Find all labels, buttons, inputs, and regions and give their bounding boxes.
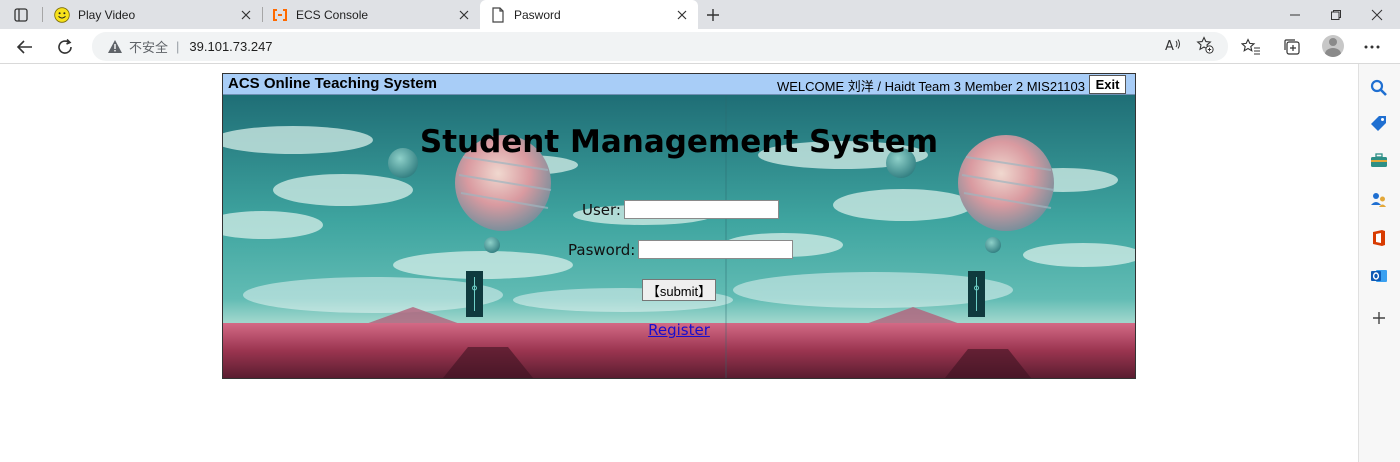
reload-icon[interactable] [52,34,78,60]
security-label[interactable]: 不安全 [129,37,168,56]
welcome-text: WELCOME 刘洋 / Haidt Team 3 Member 2 MIS21… [776,79,1085,94]
more-menu-icon[interactable] [1359,34,1385,60]
password-input[interactable] [638,240,794,259]
tab-title: Pasword [514,7,561,22]
back-arrow-icon[interactable] [12,34,38,60]
smiley-icon [54,6,70,23]
office-icon[interactable] [1369,228,1389,248]
collections-icon[interactable] [1279,34,1305,60]
outlook-icon[interactable] [1369,266,1389,286]
address-separator: | [176,39,180,54]
tab-title: ECS Console [296,7,369,22]
app-header-bar: ACS Online Teaching System WELCOME 刘洋 / … [223,74,1135,95]
avatar[interactable] [1322,35,1344,57]
minimize-icon[interactable] [1272,0,1318,29]
people-icon[interactable] [1369,190,1389,210]
window-close-icon[interactable] [1354,0,1400,29]
tab-actions-icon[interactable] [8,5,34,25]
system-name: ACS Online Teaching System [228,75,437,92]
exit-button[interactable]: Exit [1089,75,1126,94]
page-icon [490,6,506,23]
url-text[interactable]: 39.101.73.247 [189,39,272,54]
tag-icon[interactable] [1369,114,1389,134]
user-label: User: [582,200,621,219]
tab-title: Play Video [78,7,136,22]
submit-button[interactable]: 【submit】 [642,279,716,301]
web-page: ACS Online Teaching System WELCOME 刘洋 / … [0,64,1358,462]
favorite-add-icon[interactable] [1194,34,1216,56]
close-icon[interactable] [238,7,254,23]
tab-strip: Play Video ECS Console Pasword [0,0,1400,29]
user-input[interactable] [623,200,779,219]
restore-icon[interactable] [1313,0,1359,29]
close-icon[interactable] [674,7,690,23]
background-scene: Student Management System User: Pasword:… [223,95,1135,378]
favorites-icon[interactable] [1238,34,1264,60]
address-bar[interactable]: 不安全 | 39.101.73.247 [92,32,1228,61]
svg-text:A: A [1165,39,1174,53]
new-tab-icon[interactable] [702,4,724,26]
toolbox-icon[interactable] [1369,150,1389,170]
close-icon[interactable] [456,7,472,23]
tab-pasword[interactable]: Pasword [480,0,698,29]
browser-toolbar: 不安全 | 39.101.73.247 A [0,29,1400,64]
register-link: Register [223,321,1135,339]
tab-separator [42,7,43,22]
password-label: Pasword: [568,240,636,259]
user-row: User: [582,200,779,219]
register-link-text[interactable]: Register [648,321,710,339]
tab-play-video[interactable]: Play Video [44,0,262,29]
read-aloud-icon[interactable]: A [1162,34,1184,56]
edge-sidebar [1358,64,1400,462]
page-title: Student Management System [419,124,939,160]
ecs-bracket-icon [272,7,288,23]
password-row: Pasword: [568,240,794,259]
search-icon[interactable] [1369,78,1389,98]
tab-ecs-console[interactable]: ECS Console [262,0,480,29]
warning-triangle-icon[interactable] [107,39,123,55]
app-frame: ACS Online Teaching System WELCOME 刘洋 / … [222,73,1136,379]
add-icon[interactable] [1369,308,1389,328]
